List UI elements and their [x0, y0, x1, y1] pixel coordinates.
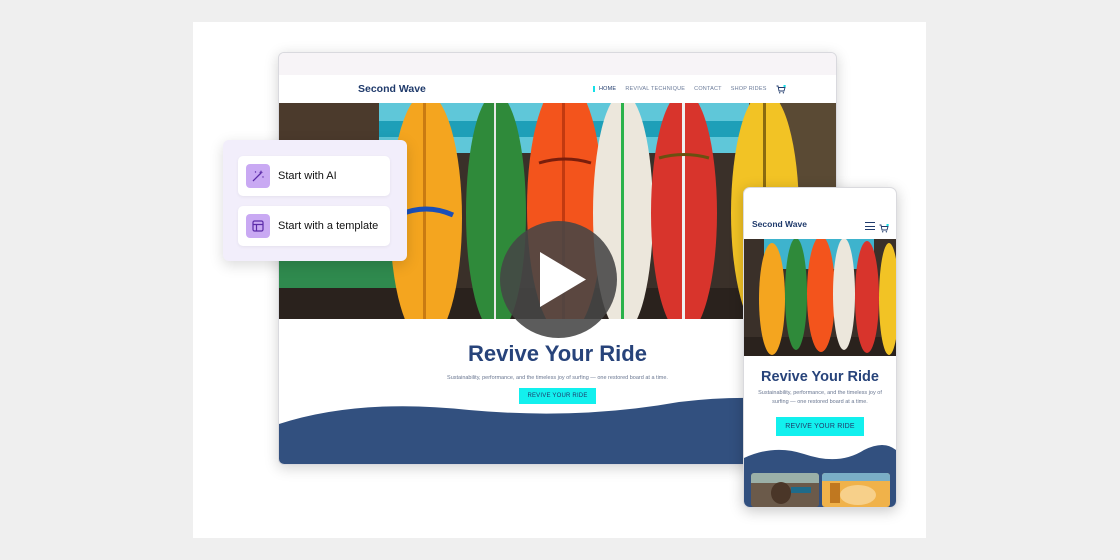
- mobile-gallery-photo-2: [822, 473, 890, 507]
- browser-chrome: [279, 53, 836, 75]
- start-with-ai-option[interactable]: Start with AI: [238, 156, 390, 196]
- mobile-hero-subheadline: Sustainability, performance, and the tim…: [758, 390, 882, 405]
- start-with-ai-label: Start with AI: [278, 170, 337, 182]
- mobile-hero-section: Revive Your Ride Sustainability, perform…: [744, 356, 896, 436]
- start-with-template-label: Start with a template: [278, 220, 379, 232]
- mobile-hero-headline: Revive Your Ride: [761, 369, 879, 385]
- play-video-button[interactable]: [500, 221, 617, 338]
- start-with-template-option[interactable]: Start with a template: [238, 206, 390, 246]
- nav-item-shop-rides[interactable]: SHOP RIDES: [731, 86, 767, 92]
- start-options-panel: Start with AI Start with a template: [223, 140, 407, 261]
- hamburger-menu-icon[interactable]: [865, 222, 875, 233]
- nav-item-revival-technique[interactable]: REVIVAL TECHNIQUE: [625, 86, 685, 92]
- cart-icon[interactable]: [776, 85, 786, 94]
- mobile-hero-image-surfboards: [744, 239, 896, 356]
- nav-item-contact[interactable]: CONTACT: [694, 86, 722, 92]
- nav-item-home[interactable]: HOME: [593, 86, 616, 92]
- mobile-site-brand[interactable]: Second Wave: [752, 219, 807, 229]
- mobile-cart-icon[interactable]: [879, 220, 889, 238]
- magic-wand-icon: [246, 164, 270, 188]
- site-header: Second Wave HOME REVIVAL TECHNIQUE CONTA…: [279, 75, 836, 103]
- main-nav: HOME REVIVAL TECHNIQUE CONTACT SHOP RIDE…: [593, 85, 786, 94]
- mobile-preview: Second Wave Revive Your Ride Sustainabil…: [743, 187, 897, 508]
- template-layout-icon: [246, 214, 270, 238]
- mobile-site-header: Second Wave: [744, 188, 896, 238]
- mobile-revive-your-ride-button[interactable]: REVIVE YOUR RIDE: [776, 417, 864, 436]
- play-icon: [540, 252, 586, 307]
- site-brand[interactable]: Second Wave: [358, 83, 426, 95]
- mobile-gallery-photo-1: [751, 473, 819, 507]
